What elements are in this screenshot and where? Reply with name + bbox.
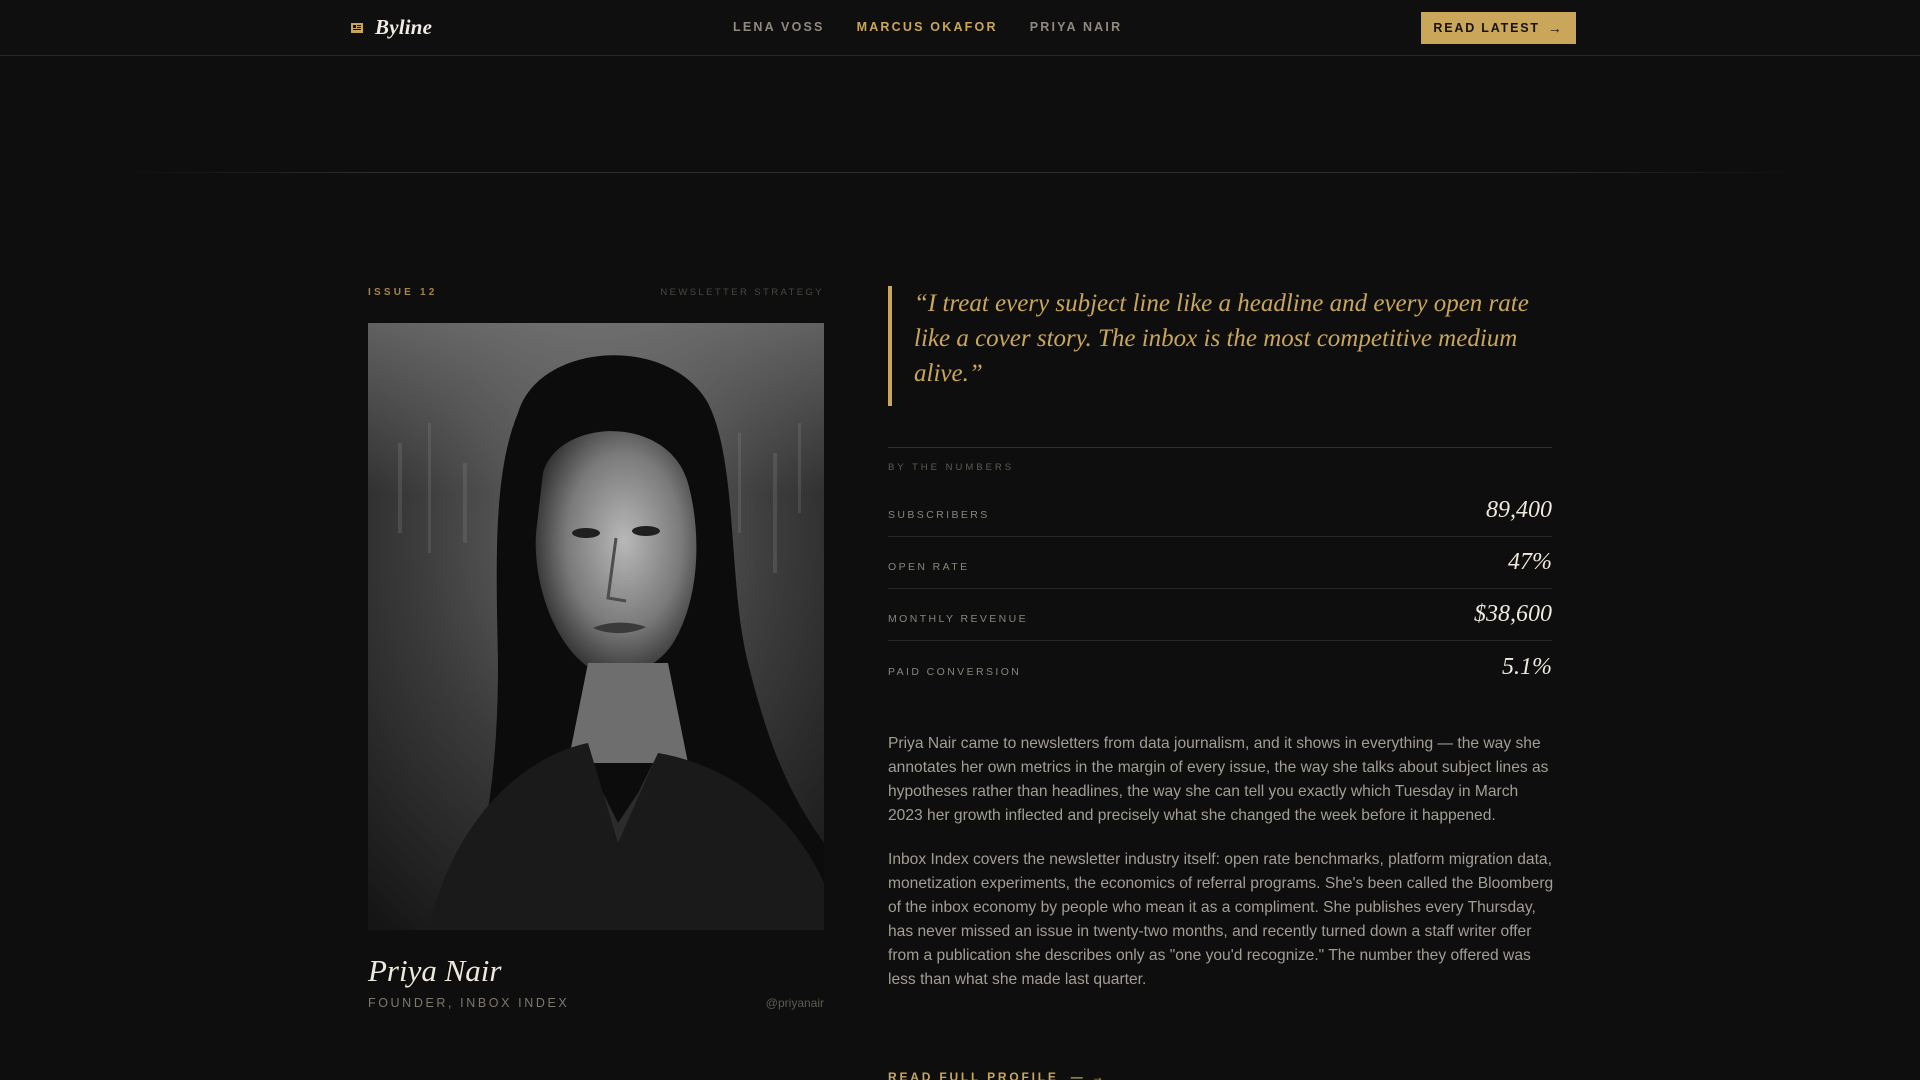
stats-list: SUBSCRIBERS 89,400 OPEN RATE 47% MONTHLY… <box>888 485 1552 693</box>
quote-text: “I treat every subject line like a headl… <box>914 290 1529 387</box>
bio-paragraph: Inbox Index covers the newsletter indust… <box>888 851 1554 988</box>
read-latest-label: READ LATEST <box>1433 21 1540 35</box>
nav-item-priya-nair[interactable]: PRIYA NAIR <box>1030 20 1123 34</box>
brand[interactable]: Byline <box>351 15 432 40</box>
quote-divider <box>888 447 1552 448</box>
person-role: FOUNDER, INBOX INDEX <box>368 996 570 1010</box>
stat-value: 5.1% <box>1502 654 1552 680</box>
stat-label: SUBSCRIBERS <box>888 509 990 521</box>
stat-row-monthly-revenue: MONTHLY REVENUE $38,600 <box>888 589 1552 641</box>
numbers-heading: BY THE NUMBERS <box>888 462 1015 473</box>
pull-quote: “I treat every subject line like a headl… <box>888 286 1552 406</box>
stat-label: OPEN RATE <box>888 561 970 573</box>
stat-value: $38,600 <box>1474 601 1552 627</box>
stat-label: MONTHLY REVENUE <box>888 613 1029 625</box>
main-nav: LENA VOSS MARCUS OKAFOR PRIYA NAIR <box>733 20 1122 34</box>
newspaper-icon <box>351 22 363 34</box>
read-full-profile-label: READ FULL PROFILE <box>888 1070 1059 1080</box>
arrow-right-icon: — → <box>1070 1070 1107 1080</box>
brand-name: Byline <box>375 15 433 39</box>
read-full-profile-link[interactable]: READ FULL PROFILE — → <box>888 1070 1106 1080</box>
person-handle[interactable]: @priyanair <box>700 996 824 1010</box>
stat-row-open-rate: OPEN RATE 47% <box>888 537 1552 589</box>
stat-row-subscribers: SUBSCRIBERS 89,400 <box>888 485 1552 537</box>
nav-item-lena-voss[interactable]: LENA VOSS <box>733 20 825 34</box>
category-label: NEWSLETTER STRATEGY <box>660 287 824 298</box>
nav-item-marcus-okafor[interactable]: MARCUS OKAFOR <box>857 20 998 34</box>
stat-value: 47% <box>1508 549 1552 575</box>
top-navigation-bar: Byline LENA VOSS MARCUS OKAFOR PRIYA NAI… <box>0 0 1920 56</box>
stat-label: PAID CONVERSION <box>888 666 1022 678</box>
stat-value: 89,400 <box>1486 497 1552 523</box>
person-name: Priya Nair <box>368 953 502 988</box>
read-latest-button[interactable]: READ LATEST → <box>1421 12 1576 44</box>
section-divider <box>120 172 1800 173</box>
portrait-photo <box>368 323 824 930</box>
issue-label: ISSUE 12 <box>368 287 438 298</box>
arrow-right-icon: → <box>1547 20 1564 36</box>
bio-paragraph: Priya Nair came to newsletters from data… <box>888 735 1549 824</box>
bio: Priya Nair came to newsletters from data… <box>888 732 1554 1012</box>
stat-row-paid-conversion: PAID CONVERSION 5.1% <box>888 641 1552 693</box>
